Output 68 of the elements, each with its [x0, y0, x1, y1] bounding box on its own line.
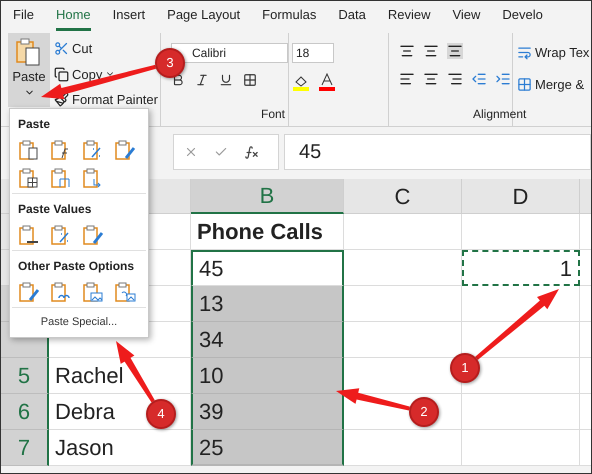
- paste-special-item[interactable]: Paste Special...: [40, 314, 118, 330]
- ribbon-tab[interactable]: View: [452, 4, 480, 31]
- table-cell: 10: [191, 358, 344, 394]
- cancel-icon[interactable]: [184, 145, 198, 159]
- paste-button[interactable]: Paste: [8, 33, 50, 107]
- table-cell: 39: [191, 394, 344, 430]
- merge-icon: [517, 76, 532, 92]
- function-icon[interactable]: [244, 144, 259, 160]
- indent-increase-icon[interactable]: [495, 71, 511, 87]
- ribbon-tab[interactable]: Insert: [112, 4, 146, 31]
- ribbon-tab[interactable]: Formulas: [262, 4, 316, 31]
- align-bottom-icon[interactable]: [447, 43, 463, 59]
- cut-button[interactable]: Cut: [54, 39, 158, 58]
- font-size-field[interactable]: 18: [292, 43, 334, 63]
- menu-section-title: Paste Values: [17, 201, 92, 218]
- ribbon-tab[interactable]: Review: [388, 4, 430, 31]
- clipboard-icon[interactable]: [50, 167, 72, 189]
- row-header[interactable]: 6: [1, 394, 49, 430]
- table-cell: Phone Calls: [191, 214, 344, 250]
- clipboard-icon[interactable]: [18, 139, 40, 161]
- table-cell: 45: [191, 250, 344, 286]
- ribbon-tab[interactable]: Develo: [502, 4, 543, 31]
- group-label: Font: [261, 106, 286, 123]
- format-painter-button[interactable]: Format Painter: [54, 90, 158, 110]
- align-middle-icon[interactable]: [423, 43, 439, 59]
- indent-decrease-icon[interactable]: [471, 71, 487, 87]
- clipboard-icon[interactable]: [114, 139, 136, 161]
- table-cell: 25: [191, 430, 344, 466]
- align-top-icon[interactable]: [399, 43, 415, 59]
- table-cell: 1: [462, 250, 580, 286]
- underline-icon[interactable]: [219, 73, 233, 87]
- formula-field[interactable]: 45: [284, 134, 591, 170]
- column-header[interactable]: C: [344, 179, 462, 214]
- menu-section-title: Paste: [17, 116, 52, 133]
- copy-icon: [54, 66, 69, 82]
- clipboard-icon[interactable]: [82, 224, 104, 246]
- italic-icon[interactable]: [195, 73, 209, 87]
- wrap-icon: [517, 45, 532, 60]
- column-header[interactable]: D: [462, 179, 580, 214]
- font-color-icon[interactable]: [318, 73, 336, 91]
- align-center-icon[interactable]: [423, 71, 439, 87]
- ribbon-tab[interactable]: Home: [56, 4, 91, 31]
- callout-number: 3: [155, 48, 185, 78]
- clipboard-icon[interactable]: [114, 281, 136, 303]
- table-cell: 34: [191, 322, 344, 358]
- menu-section-title: Other Paste Options: [17, 258, 136, 275]
- clipboard-icon[interactable]: [18, 224, 40, 246]
- copy-button[interactable]: Copy: [54, 64, 158, 84]
- ribbon-tab[interactable]: Data: [338, 4, 366, 31]
- wrap-text-button[interactable]: Wrap Tex: [517, 43, 590, 62]
- clipboard-icon[interactable]: [82, 281, 104, 303]
- clipboard-icon[interactable]: [18, 281, 40, 303]
- paintbrush-icon: [54, 92, 69, 108]
- ribbon-tab[interactable]: File: [13, 4, 34, 31]
- borders-icon[interactable]: [243, 73, 257, 87]
- align-right-icon[interactable]: [447, 71, 463, 87]
- table-cell: 13: [191, 286, 344, 322]
- scissors-icon: [54, 41, 69, 56]
- align-left-icon[interactable]: [399, 71, 415, 87]
- row-header[interactable]: 7: [1, 430, 49, 466]
- row-header[interactable]: 5: [1, 358, 49, 394]
- merge-button[interactable]: Merge &: [517, 74, 590, 94]
- clipboard-icon[interactable]: [18, 167, 40, 189]
- group-label: Alignment: [473, 106, 526, 123]
- ribbon-tab[interactable]: Page Layout: [167, 4, 240, 31]
- column-header[interactable]: B: [191, 179, 344, 214]
- clipboard-icon[interactable]: [50, 281, 72, 303]
- bold-icon[interactable]: [171, 73, 185, 87]
